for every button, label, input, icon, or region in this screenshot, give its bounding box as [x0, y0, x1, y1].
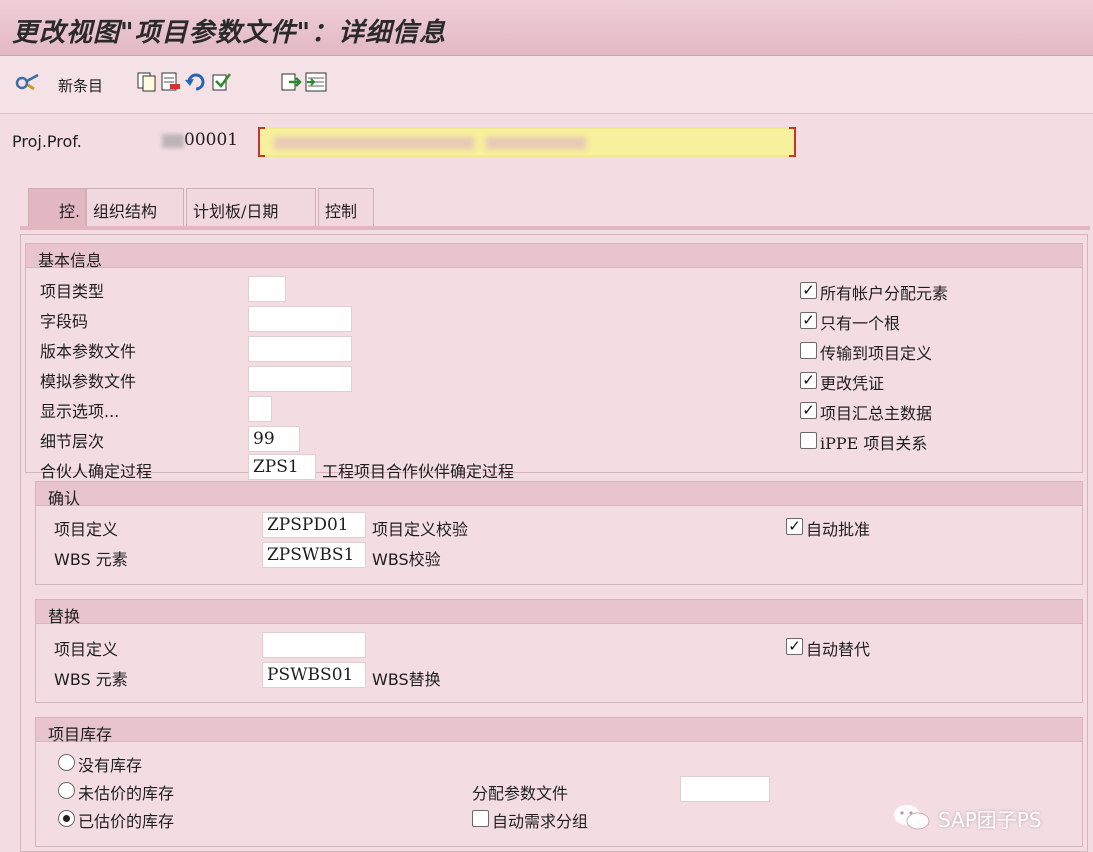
project-type-field[interactable] [248, 276, 286, 302]
level-of-detail-label: 细节层次 [40, 432, 105, 451]
group-header: 基本信息 [26, 244, 1082, 270]
redacted-text [486, 137, 586, 149]
field-key-label: 字段码 [40, 312, 89, 331]
proj-prof-key-field[interactable]: 00001 [158, 130, 256, 154]
checkbox-only-one-root[interactable]: ✓ [800, 312, 817, 329]
toolbar: 新条目 [0, 56, 1093, 114]
group-title: 项目库存 [48, 725, 113, 744]
focus-bracket-right [789, 127, 796, 157]
level-of-detail-field[interactable]: 99 [248, 426, 300, 452]
field-key-field[interactable] [248, 306, 352, 332]
simulation-profile-label: 模拟参数文件 [40, 372, 137, 391]
tab-org-structure[interactable]: 组织结构 [86, 188, 184, 226]
checkbox-project-summary-master-data[interactable]: ✓ [800, 402, 817, 419]
display-options-label: 显示选项... [40, 402, 120, 421]
deselect-icon[interactable] [280, 71, 302, 93]
display-options-field[interactable] [248, 396, 272, 422]
group-title: 替换 [48, 607, 81, 626]
group-title: 基本信息 [38, 251, 103, 270]
title-bar: 更改视图"项目参数文件"：详细信息 [0, 0, 1093, 56]
checkbox-label: 只有一个根 [820, 314, 901, 333]
tab-label: 计划板/日期 [193, 202, 279, 221]
wechat-icon [890, 802, 934, 836]
validation-project-def-description: 项目定义校验 [372, 520, 469, 539]
undo-icon[interactable] [184, 71, 206, 93]
checkbox-label: 自动替代 [806, 640, 871, 659]
substitution-wbs-field[interactable]: PSWBS01 [262, 662, 366, 688]
focus-bracket-left [258, 127, 265, 157]
header-row: Proj.Prof. 00001 [0, 122, 1093, 162]
checkbox-label: 自动批准 [806, 520, 871, 539]
checkbox-auto-validation[interactable]: ✓ [786, 518, 803, 535]
proj-prof-value: 00001 [184, 130, 239, 150]
validation-project-def-label: 项目定义 [54, 520, 119, 539]
tab-label: 组织结构 [93, 202, 158, 221]
group-header: 替换 [36, 600, 1082, 626]
checkbox-label: 传输到项目定义 [820, 344, 933, 363]
allocation-profile-field[interactable] [680, 776, 770, 802]
select-all-icon[interactable] [210, 71, 232, 93]
version-profile-field[interactable] [248, 336, 352, 362]
proj-prof-description-field[interactable] [258, 127, 796, 157]
allocation-profile-label: 分配参数文件 [472, 784, 569, 803]
glasses-icon[interactable] [14, 71, 39, 93]
checkbox-label: 自动需求分组 [492, 812, 589, 831]
partner-procedure-field[interactable]: ZPS1 [248, 454, 316, 480]
radio-label: 已估价的库存 [78, 812, 175, 831]
radio-non-valuated-stock[interactable] [58, 782, 75, 799]
substitution-project-def-field[interactable] [262, 632, 366, 658]
checkbox-auto-requirements-grouping[interactable] [472, 810, 489, 827]
substitution-project-def-label: 项目定义 [54, 640, 119, 659]
tab-stripe [20, 226, 1090, 230]
validation-wbs-field[interactable]: ZPSWBS1 [262, 542, 366, 568]
redacted-text [274, 137, 474, 149]
radio-no-stock[interactable] [58, 754, 75, 771]
checkbox-ippe-project-relationship[interactable] [800, 432, 817, 449]
version-profile-label: 版本参数文件 [40, 342, 137, 361]
validation-project-def-field[interactable]: ZPSPD01 [262, 512, 366, 538]
checkbox-change-documents[interactable]: ✓ [800, 372, 817, 389]
group-title: 确认 [48, 489, 81, 508]
validation-wbs-description: WBS校验 [372, 550, 441, 569]
tab-planning-board-dates[interactable]: 计划板/日期 [186, 188, 316, 226]
group-validation: 确认 项目定义 ZPSPD01 项目定义校验 WBS 元素 ZPSWBS1 WB… [35, 481, 1083, 585]
checkbox-auto-substitution[interactable]: ✓ [786, 638, 803, 655]
checkbox-label: 项目汇总主数据 [820, 404, 933, 423]
group-header: 确认 [36, 482, 1082, 508]
copy-icon[interactable] [136, 71, 158, 93]
new-entries-button[interactable]: 新条目 [58, 75, 103, 96]
partner-procedure-description: 工程项目合作伙伴确定过程 [322, 462, 515, 481]
checkbox-label: iPPE 项目关系 [820, 434, 928, 453]
group-header: 项目库存 [36, 718, 1082, 744]
tab-label: 控. [59, 202, 81, 221]
checkbox-label: 所有帐户分配元素 [820, 284, 949, 303]
block-select-icon[interactable] [304, 71, 327, 93]
redacted-prefix [162, 133, 184, 148]
partner-procedure-label: 合伙人确定过程 [40, 462, 153, 481]
substitution-wbs-label: WBS 元素 [54, 670, 128, 689]
validation-wbs-label: WBS 元素 [54, 550, 128, 569]
checkbox-label: 更改凭证 [820, 374, 885, 393]
proj-prof-label: Proj.Prof. [12, 132, 82, 151]
project-type-label: 项目类型 [40, 282, 105, 301]
delete-icon[interactable] [160, 71, 182, 93]
radio-label: 没有库存 [78, 756, 143, 775]
group-substitution: 替换 项目定义 WBS 元素 PSWBS01 WBS替换 ✓ 自动替代 [35, 599, 1083, 703]
watermark-text: SAP团子PS [938, 808, 1042, 832]
tab-content-panel: 基本信息 项目类型 字段码 版本参数文件 模拟参数文件 显示选项... 细节层次… [20, 234, 1088, 852]
watermark: SAP团子PS [880, 802, 1080, 832]
checkbox-all-acct-assignment-elements[interactable]: ✓ [800, 282, 817, 299]
substitution-wbs-description: WBS替换 [372, 670, 441, 689]
tab-label: 控制 [325, 202, 358, 221]
radio-valuated-stock[interactable] [58, 810, 75, 827]
window-title: 更改视图"项目参数文件"：详细信息 [12, 18, 447, 48]
tab-controlling[interactable]: 控制 [318, 188, 374, 226]
checkbox-transfer-to-project-def[interactable] [800, 342, 817, 359]
tab-control[interactable]: 控. [28, 188, 86, 226]
radio-label: 未估价的库存 [78, 784, 175, 803]
group-basic-info: 基本信息 项目类型 字段码 版本参数文件 模拟参数文件 显示选项... 细节层次… [25, 243, 1083, 481]
simulation-profile-field[interactable] [248, 366, 352, 392]
